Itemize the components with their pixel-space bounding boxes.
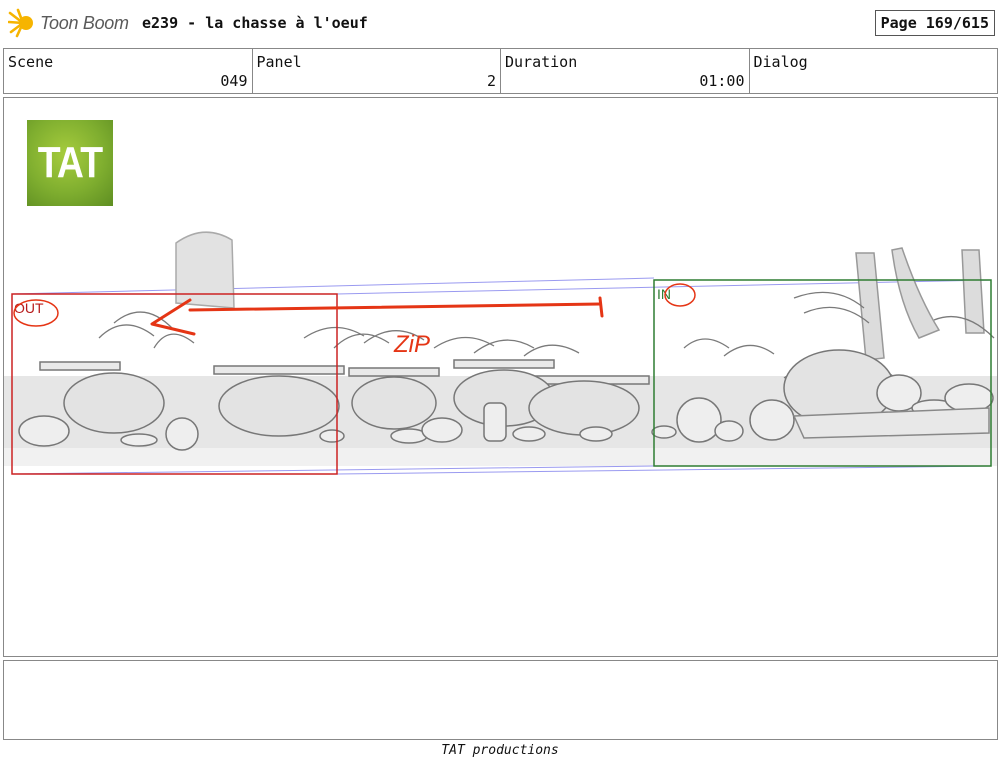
duration-label: Duration: [505, 53, 578, 71]
dialog-cell: Dialog: [750, 49, 998, 93]
zip-label: ZiP: [393, 331, 430, 358]
duration-cell: Duration 01:00: [501, 49, 750, 93]
duration-value: 01:00: [699, 72, 745, 90]
storyboard-header: Toon Boom e239 - la chasse à l'oeuf Page…: [0, 0, 1000, 46]
out-label: OUT: [14, 300, 44, 316]
footer-credit: TAT productions: [441, 743, 559, 758]
panel-label: Panel: [256, 53, 302, 71]
stone-pillar: [175, 231, 235, 309]
panel-cell: Panel 2: [253, 49, 501, 93]
starburst-icon: [8, 8, 33, 38]
dialog-notes-box[interactable]: [3, 660, 998, 740]
scene-label: Scene: [8, 53, 54, 71]
scene-cell: Scene 049: [4, 49, 253, 93]
tree-trunk: [961, 249, 985, 334]
dialog-label: Dialog: [753, 53, 808, 71]
storyboard-panel: TAT OUT IN ZiP: [3, 97, 998, 657]
toon-boom-logo: Toon Boom: [8, 6, 129, 40]
brand-name: Toon Boom: [40, 12, 129, 33]
scene-value: 049: [220, 72, 248, 90]
tree-trunk: [855, 252, 885, 361]
panel-info-bar: Scene 049 Panel 2 Duration 01:00 Dialog: [3, 48, 998, 94]
panel-drawing: OUT IN ZiP: [4, 231, 997, 475]
tree-trunk: [891, 247, 941, 339]
panel-value: 2: [486, 72, 496, 90]
background-path: [4, 448, 997, 466]
page-indicator: Page 169/615: [874, 10, 995, 36]
document-title: e239 - la chasse à l'oeuf: [142, 14, 368, 32]
